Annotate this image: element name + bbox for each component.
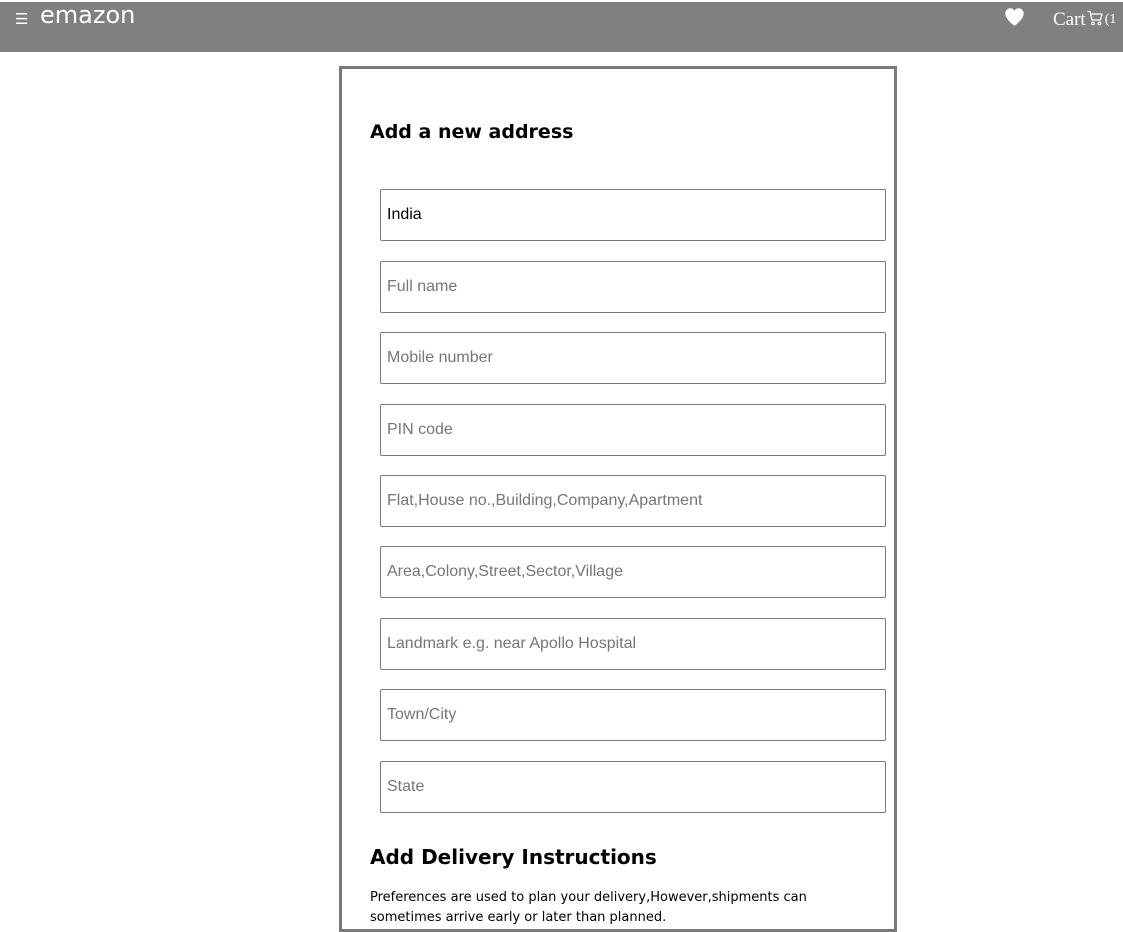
delivery-preferences-text: Preferences are used to plan your delive… [370, 890, 807, 925]
area-street-field[interactable] [380, 546, 886, 598]
flat-house-field[interactable] [380, 475, 886, 527]
heart-icon[interactable] [1004, 7, 1025, 27]
mobile-number-field[interactable] [380, 332, 886, 384]
top-navigation-bar: ☰ emazon Cart (1 [0, 2, 1123, 52]
pin-code-field[interactable] [380, 404, 886, 456]
cart-link[interactable]: Cart (1 [1053, 8, 1116, 32]
cart-count: (1 [1104, 12, 1117, 27]
cart-label: Cart [1053, 9, 1086, 30]
landmark-field[interactable] [380, 618, 886, 670]
add-address-heading: Add a new address [370, 121, 574, 143]
heart-icon-graphic [1005, 8, 1024, 26]
town-city-field[interactable] [380, 689, 886, 741]
hamburger-menu-icon[interactable]: ☰ [15, 11, 28, 27]
cart-icon [1087, 10, 1103, 26]
delivery-instructions-heading: Add Delivery Instructions [370, 845, 657, 869]
full-name-field[interactable] [380, 261, 886, 313]
address-form-panel: Add a new address Add Delivery Instructi… [339, 66, 897, 932]
site-logo[interactable]: emazon [40, 2, 135, 30]
country-field[interactable] [380, 189, 886, 241]
state-field[interactable] [380, 761, 886, 813]
